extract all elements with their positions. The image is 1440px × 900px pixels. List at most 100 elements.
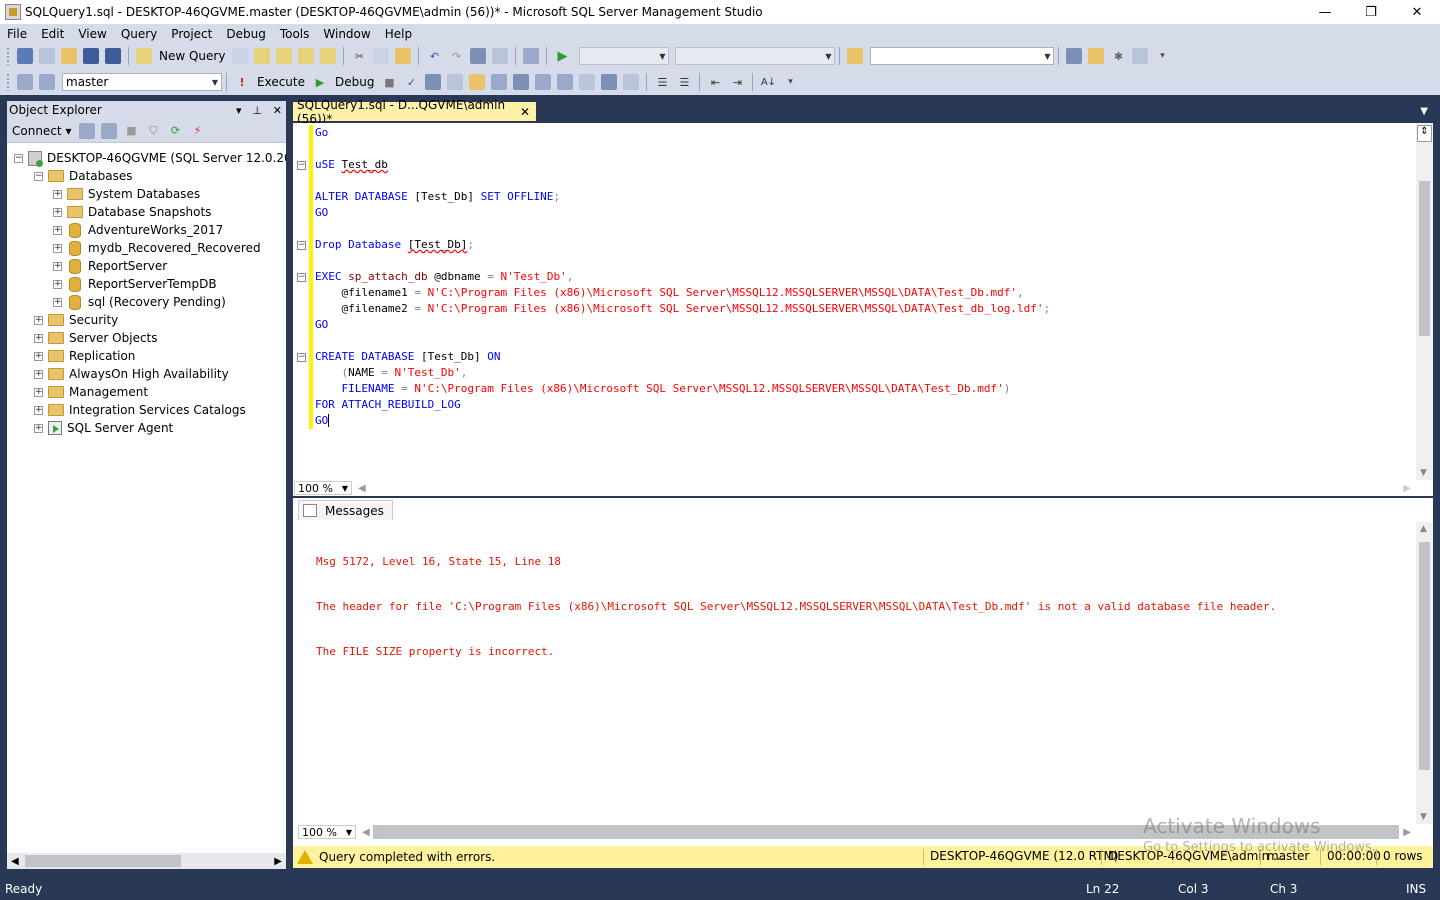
scroll-right-icon[interactable]: ▶ [274, 856, 282, 867]
expand-icon[interactable]: + [34, 315, 43, 325]
scroll-thumb[interactable] [25, 855, 181, 867]
comment-out-icon[interactable]: ☰ [654, 74, 670, 90]
results-zoom-dropdown[interactable]: 100 % ▼ [298, 825, 356, 839]
query-designer-icon[interactable] [447, 74, 464, 90]
tree-node-database-snapshots[interactable]: + Database Snapshots [53, 203, 211, 221]
menu-tools[interactable]: Tools [273, 27, 317, 41]
start-icon[interactable]: ▶ [554, 48, 570, 64]
expand-icon[interactable]: + [53, 189, 62, 199]
parse-icon[interactable]: ✓ [403, 74, 419, 90]
restore-button[interactable]: ❐ [1348, 0, 1394, 24]
navigate-forward-icon[interactable] [492, 48, 509, 64]
tree-node-replication[interactable]: + Replication [34, 347, 135, 365]
database-engine-query-icon[interactable] [232, 48, 249, 64]
expand-icon[interactable]: + [53, 297, 62, 307]
dax-query-icon[interactable] [320, 48, 337, 64]
scroll-right-icon[interactable]: ▶ [1403, 827, 1411, 838]
minimize-button[interactable]: — [1302, 0, 1348, 24]
analysis-mdx-query-icon[interactable] [254, 48, 271, 64]
specify-template-values-icon[interactable]: A↓ [760, 74, 776, 90]
collapse-region-icon[interactable]: − [297, 241, 306, 250]
save-all-icon[interactable] [105, 48, 121, 64]
scroll-down-icon[interactable]: ▼ [1420, 812, 1427, 822]
tree-node-system-databases[interactable]: + System Databases [53, 185, 200, 203]
stop-icon[interactable]: ■ [123, 123, 139, 139]
expand-icon[interactable]: + [34, 387, 43, 397]
tree-node-alwayson[interactable]: + AlwaysOn High Availability [34, 365, 229, 383]
expand-icon[interactable]: + [53, 207, 62, 217]
new-query-button[interactable]: New Query [159, 49, 225, 63]
refresh-icon[interactable]: ⟳ [167, 123, 183, 139]
include-actual-plan-icon[interactable] [513, 74, 530, 90]
registered-servers-icon[interactable] [1066, 48, 1083, 64]
expand-icon[interactable]: + [34, 423, 43, 433]
open-file-icon[interactable] [61, 48, 77, 64]
expand-icon[interactable]: + [34, 333, 43, 343]
collapse-region-icon[interactable]: − [297, 273, 306, 282]
toolbar-grip[interactable] [6, 47, 10, 65]
tree-node-sql-server-agent[interactable]: + SQL Server Agent [34, 419, 173, 437]
expand-icon[interactable]: + [53, 243, 62, 253]
messages-output[interactable]: Msg 5172, Level 16, State 15, Line 18 Th… [316, 524, 1276, 689]
query-options-icon[interactable] [469, 74, 486, 90]
find-in-files-icon[interactable] [847, 48, 864, 64]
toolbar-options-icon[interactable]: ▾ [1154, 48, 1170, 64]
tree-node-server[interactable]: − DESKTOP-46QGVME (SQL Server 12.0.2000 … [14, 149, 286, 167]
execute-icon[interactable]: ! [234, 74, 250, 90]
client-statistics-icon[interactable] [557, 74, 574, 90]
activity-monitor-icon[interactable] [523, 48, 540, 64]
scroll-left-icon[interactable]: ◀ [11, 856, 19, 867]
collapse-icon[interactable]: − [14, 153, 23, 163]
solution-platforms-dropdown[interactable]: ▼ [675, 47, 836, 65]
object-explorer-icon[interactable] [1088, 48, 1105, 64]
debug-button[interactable]: Debug [335, 75, 374, 89]
results-hscroll-thumb[interactable] [373, 825, 1399, 839]
scroll-up-icon[interactable]: ▲ [1420, 524, 1427, 534]
increase-indent-icon[interactable]: ⇥ [729, 74, 745, 90]
split-window-icon[interactable]: ⇕ [1417, 125, 1432, 142]
intellisense-icon[interactable] [491, 74, 508, 90]
tree-node-sql-recovery-pending[interactable]: + sql (Recovery Pending) [53, 293, 226, 311]
copy-icon[interactable] [373, 48, 390, 64]
new-project-icon[interactable] [17, 48, 33, 64]
analysis-xmla-query-icon[interactable] [298, 48, 315, 64]
tree-node-management[interactable]: + Management [34, 383, 148, 401]
expand-icon[interactable]: + [34, 369, 43, 379]
available-databases-dropdown[interactable]: master ▼ [62, 73, 222, 91]
change-connection-icon[interactable] [39, 74, 55, 90]
collapse-region-icon[interactable]: − [297, 161, 306, 170]
undo-icon[interactable]: ↶ [426, 48, 442, 64]
solution-configurations-dropdown[interactable]: ▼ [579, 47, 670, 65]
tree-node-integration-services[interactable]: + Integration Services Catalogs [34, 401, 246, 419]
cancel-query-icon[interactable]: ■ [381, 74, 397, 90]
menu-debug[interactable]: Debug [219, 27, 272, 41]
expand-icon[interactable]: + [53, 261, 62, 271]
scroll-left-icon[interactable]: ◀ [358, 483, 366, 494]
scroll-thumb[interactable] [1419, 181, 1430, 336]
debug-icon[interactable]: ▶ [312, 74, 328, 90]
uncomment-icon[interactable]: ☰ [676, 74, 692, 90]
live-query-statistics-icon[interactable] [535, 74, 552, 90]
close-panel-icon[interactable]: ✕ [273, 104, 282, 117]
connect-object-explorer-icon[interactable] [79, 122, 96, 139]
connect-icon[interactable] [17, 74, 33, 90]
filter-icon[interactable]: ⛉ [145, 123, 161, 139]
cut-icon[interactable]: ✂ [351, 48, 367, 64]
connect-dropdown[interactable]: Connect ▾ [12, 124, 71, 138]
scroll-down-icon[interactable]: ▼ [1420, 468, 1427, 478]
tree-node-reportservertempdb[interactable]: + ReportServerTempDB [53, 275, 217, 293]
object-explorer-hscrollbar[interactable]: ◀ ▶ [7, 853, 286, 869]
query-editor[interactable]: − − − − Go uSE Test_db ALTER DATABASE [T… [293, 123, 1433, 480]
tab-messages[interactable]: Messages [298, 500, 393, 520]
tree-node-databases[interactable]: − Databases [34, 167, 133, 185]
collapse-icon[interactable]: − [34, 171, 43, 181]
tree-node-server-objects[interactable]: + Server Objects [34, 329, 158, 347]
close-window-button[interactable]: ✕ [1394, 0, 1440, 24]
results-to-file-icon[interactable] [623, 74, 640, 90]
expand-icon[interactable]: + [53, 225, 62, 235]
toolbar-grip[interactable] [6, 73, 10, 91]
scroll-left-icon[interactable]: ◀ [362, 827, 370, 838]
menu-view[interactable]: View [71, 27, 113, 41]
scroll-right-icon[interactable]: ▶ [1403, 483, 1411, 494]
tree-node-reportserver[interactable]: + ReportServer [53, 257, 167, 275]
